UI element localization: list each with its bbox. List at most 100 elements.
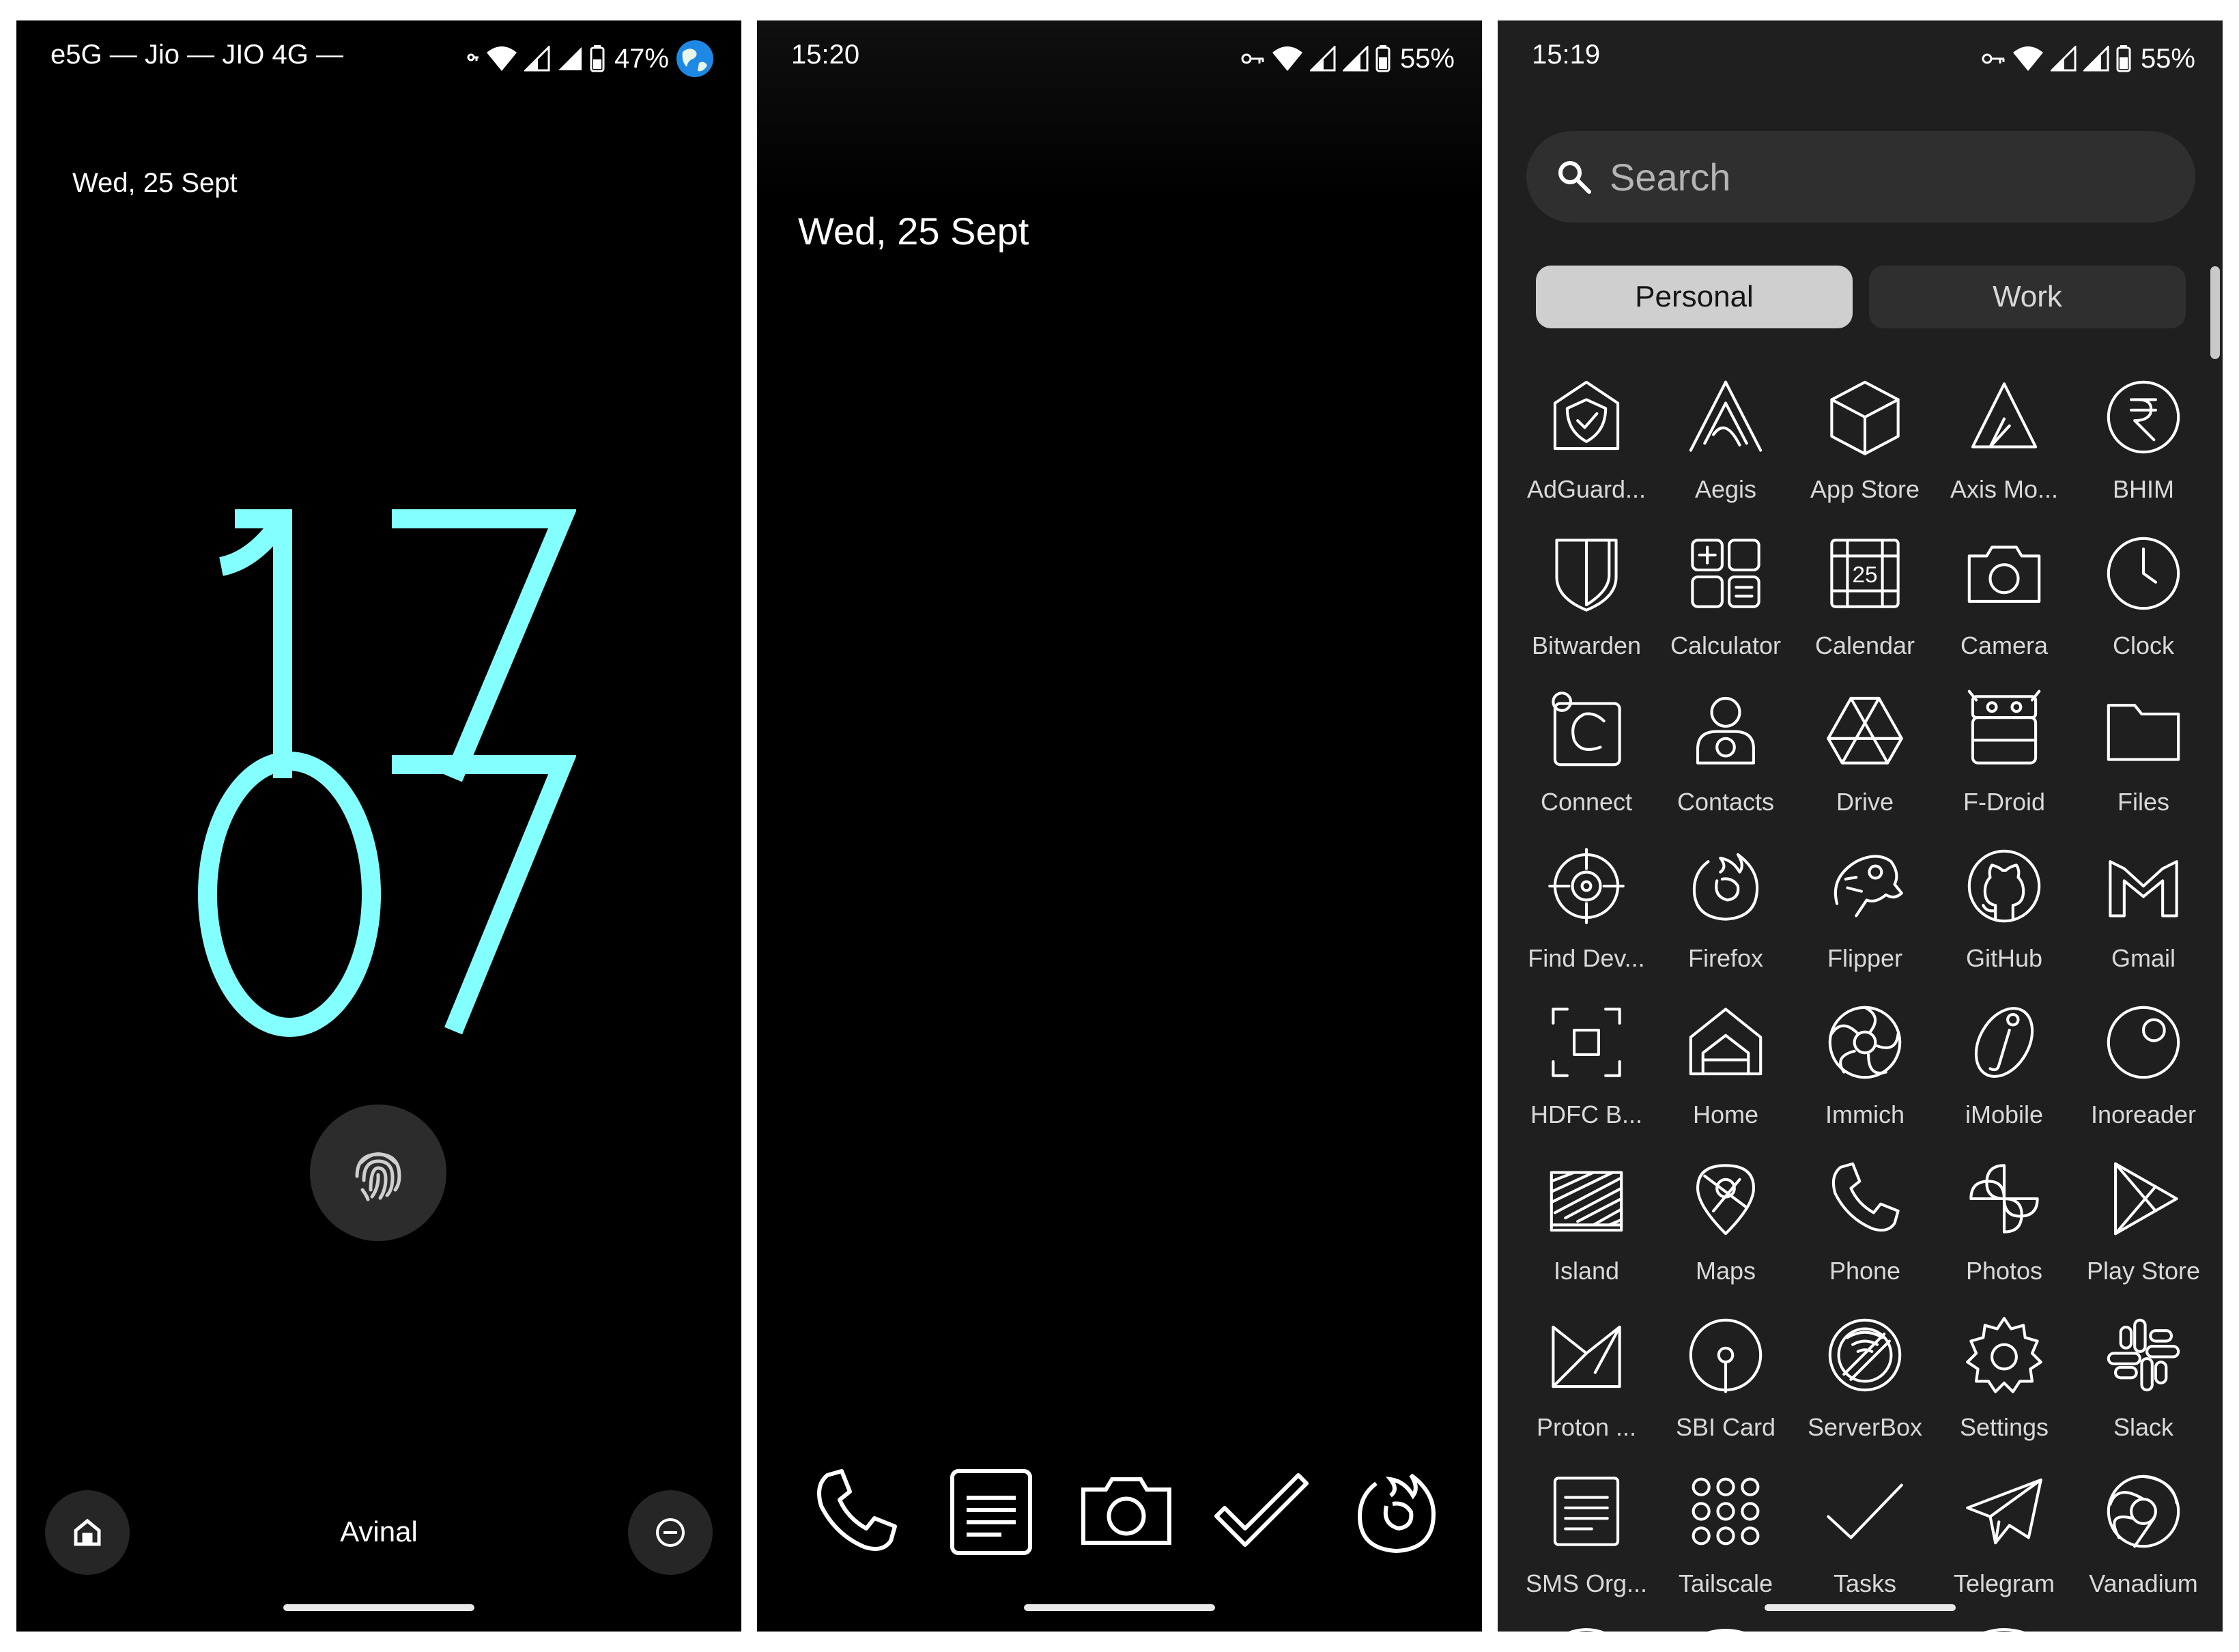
app-label: Proton ... [1536,1413,1637,1441]
app-immich[interactable]: Immich [1795,987,1935,1143]
app-drive[interactable]: Drive [1795,674,1935,831]
app-label: Firefox [1687,944,1764,972]
app-photos[interactable]: Photos [1935,1143,2074,1300]
search-icon [1558,161,1591,194]
svg-text:25: 25 [1852,562,1877,588]
vpn-key-icon [467,53,479,61]
gesture-bar[interactable] [1765,1604,1956,1611]
status-time: 15:20 [791,40,860,70]
app-label: GitHub [1965,944,2043,972]
app-sms[interactable]: SMS Org... [1517,1456,1656,1612]
files-icon [2092,679,2195,781]
search-bar[interactable]: Search [1526,131,2195,223]
app-label: Bitwarden [1531,631,1642,659]
app-settings[interactable]: Settings [1935,1300,2074,1456]
app-label: Connect [1540,788,1633,816]
app-home[interactable]: Home [1656,987,1795,1143]
app-label: Inoreader [2090,1100,2197,1128]
app-tasks[interactable]: Tasks [1795,1456,1935,1612]
vpn-key-icon [1241,53,1264,64]
app-label: Flipper [1827,944,1903,972]
app-label: BHIM [2113,475,2174,503]
aegis-icon [1674,366,1777,468]
app-aegis[interactable]: Aegis [1656,362,1795,518]
vpn-key-icon [1982,53,2005,64]
tab-work[interactable]: Work [1869,266,2186,328]
earth-avatar-icon[interactable] [676,40,714,78]
app-github[interactable]: GitHub [1935,831,2074,987]
signal-icon [524,46,550,72]
axis-icon [1953,366,2055,468]
appstore-icon [1814,366,1916,468]
app-calendar[interactable]: 25 Calendar [1795,518,1935,674]
app-appstore[interactable]: App Store [1795,362,1935,518]
app-slack[interactable]: Slack [2074,1300,2213,1456]
gesture-bar[interactable] [283,1604,474,1611]
app-axis[interactable]: Axis Mo... [1935,362,2074,518]
wifi-icon [486,46,517,71]
status-bar: e5G — Jio — JIO 4G — 47% [16,20,741,102]
firefox-icon [1674,835,1777,937]
wifi-icon [1272,46,1302,71]
status-time: 15:19 [1532,40,1601,70]
app-vanadium[interactable]: Vanadium [2074,1456,2213,1612]
app-hdfc[interactable]: HDFC B... [1517,987,1656,1143]
home-date-widget[interactable]: Wed, 25 Sept [798,209,1029,253]
app-files[interactable]: Files [2074,674,2213,831]
signal-icon [1342,46,1369,72]
app-calculator[interactable]: Calculator [1656,518,1795,674]
dock-notes[interactable] [933,1454,1049,1570]
app-bhim[interactable]: BHIM [2074,362,2213,518]
dock-firefox[interactable] [1339,1454,1455,1570]
app-label: Immich [1825,1100,1905,1128]
app-proton[interactable]: Proton ... [1517,1300,1656,1456]
app-finddevice[interactable]: Find Dev... [1517,831,1656,987]
app-label: Phone [1829,1257,1901,1285]
app-label: Gmail [2111,944,2176,972]
fingerprint-button[interactable] [310,1105,446,1241]
app-island[interactable]: Island [1517,1143,1656,1300]
app-telegram[interactable]: Telegram [1935,1456,2074,1612]
app-camera[interactable]: Camera [1935,518,2074,674]
app-tailscale[interactable]: Tailscale [1656,1456,1795,1612]
app-firefox[interactable]: Firefox [1656,831,1795,987]
app-serverbox[interactable]: ServerBox [1795,1300,1935,1456]
app-inoreader[interactable]: Inoreader [2074,987,2213,1143]
signal-icon [2050,46,2077,72]
app-connect[interactable]: Connect [1517,674,1656,831]
app-playstore[interactable]: Play Store [2074,1143,2213,1300]
playstore-icon [2092,1148,2195,1250]
app-flipper[interactable]: Flipper [1795,831,1935,987]
app-label: F-Droid [1963,788,2045,816]
app-imobile[interactable]: iMobile [1935,987,2074,1143]
battery-percent: 55% [2140,43,2195,74]
app-label: Maps [1695,1257,1756,1285]
dock-tasks[interactable] [1203,1454,1320,1570]
app-label: Photos [1965,1257,2043,1285]
tasks-icon [1214,1473,1309,1547]
app-gmail[interactable]: Gmail [2074,831,2213,987]
app-maps[interactable]: Maps [1656,1143,1795,1300]
scrollbar-thumb[interactable] [2210,266,2220,359]
app-contacts[interactable]: Contacts [1656,674,1795,831]
tab-personal[interactable]: Personal [1536,266,1853,328]
app-bitwarden[interactable]: Bitwarden [1517,518,1656,674]
app-phone[interactable]: Phone [1795,1143,1935,1300]
firefox-icon [1357,1473,1436,1554]
dock-phone[interactable] [798,1454,914,1570]
dock-camera[interactable] [1068,1454,1184,1570]
app-label: Find Dev... [1528,944,1645,972]
photos-icon [1953,1148,2055,1250]
app-drawer: 15:19 55% Search Personal Work AdGuard..… [1498,20,2223,1632]
do-not-disturb-button[interactable] [628,1490,713,1575]
slack-icon [2092,1304,2195,1406]
calculator-icon [1674,522,1777,625]
app-clock[interactable]: Clock [2074,518,2213,674]
app-fdroid[interactable]: F-Droid [1935,674,2074,831]
app-sbicard[interactable]: SBI Card [1656,1300,1795,1456]
app-adguard[interactable]: AdGuard... [1517,362,1656,518]
contacts-icon [1674,679,1777,781]
carrier-text: e5G — Jio — JIO 4G — [51,40,344,70]
gesture-bar[interactable] [1024,1604,1215,1611]
app-label: HDFC B... [1530,1100,1642,1128]
